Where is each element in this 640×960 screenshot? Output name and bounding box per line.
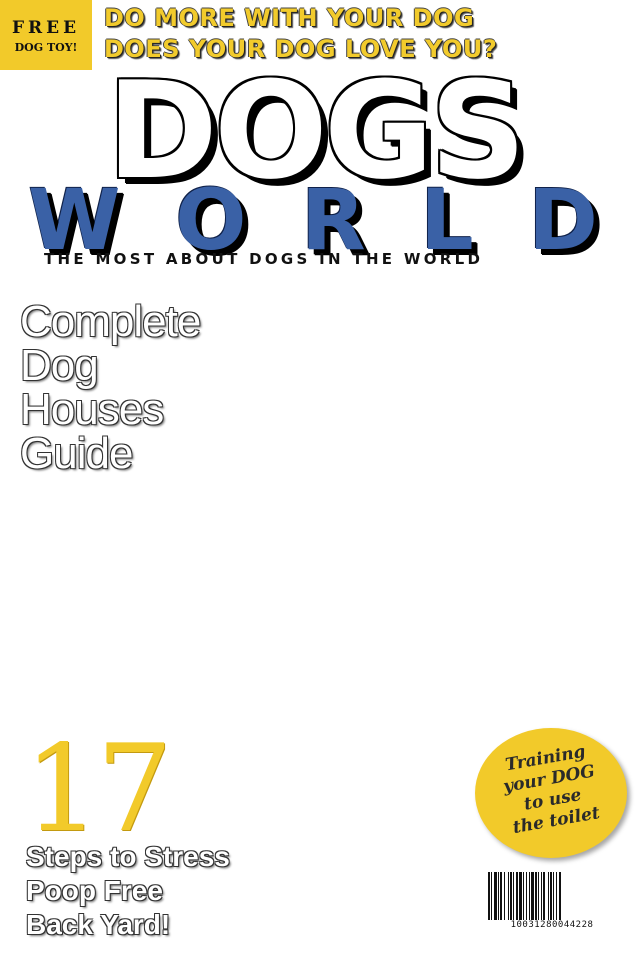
barcode-bar [553, 872, 554, 920]
barcode-bar [488, 872, 490, 920]
barcode-bar [491, 872, 492, 920]
feature-line: Complete [20, 297, 201, 346]
story-line: Back Yard! [26, 909, 171, 940]
barcode-bar [516, 872, 518, 920]
barcode-bar [508, 872, 509, 920]
barcode-bar [500, 872, 502, 920]
barcode-bar [510, 872, 512, 920]
masthead-tagline: THE MOST ABOUT DOGS IN THE WORLD [44, 250, 484, 268]
barcode-bar [529, 872, 530, 920]
feature-headline: Complete Dog Houses Guide [20, 297, 201, 478]
barcode-bar [504, 872, 505, 920]
barcode-icon [488, 872, 616, 920]
story-number: 17 [24, 720, 173, 859]
free-dog-toy-badge: FREE DOG TOY! [0, 0, 92, 70]
feature-line: Guide [20, 429, 133, 478]
feature-line: Dog [20, 341, 99, 390]
barcode-bar [523, 872, 524, 920]
barcode-bar [526, 872, 527, 920]
training-callout-bubble: Training your DOG to use the toilet [475, 728, 627, 858]
barcode-bar [550, 872, 552, 920]
barcode-bar [535, 872, 537, 920]
callout-text: Training your DOG to use the toilet [469, 735, 633, 844]
story-headline: Steps to Stress Poop Free Back Yard! [26, 840, 230, 942]
barcode-bar [559, 872, 561, 920]
barcode-bar [531, 872, 534, 920]
barcode-bar [494, 872, 497, 920]
barcode-bar [519, 872, 522, 920]
badge-free-text: FREE [11, 18, 81, 38]
feature-line: Houses [20, 385, 164, 434]
teaser-headline-1: DO MORE WITH YOUR DOG [104, 4, 475, 32]
barcode-bar [513, 872, 514, 920]
barcode-bar [556, 872, 557, 920]
story-line: Steps to Stress [26, 841, 230, 872]
badge-dog-toy-text: DOG TOY! [14, 41, 78, 54]
barcode-bar [548, 872, 549, 920]
barcode-bar [538, 872, 539, 920]
barcode-bar [543, 872, 545, 920]
barcode-bar [541, 872, 542, 920]
barcode-number: 10031280044228 [510, 920, 594, 930]
story-line: Poop Free [26, 875, 163, 906]
barcode-bar [498, 872, 499, 920]
